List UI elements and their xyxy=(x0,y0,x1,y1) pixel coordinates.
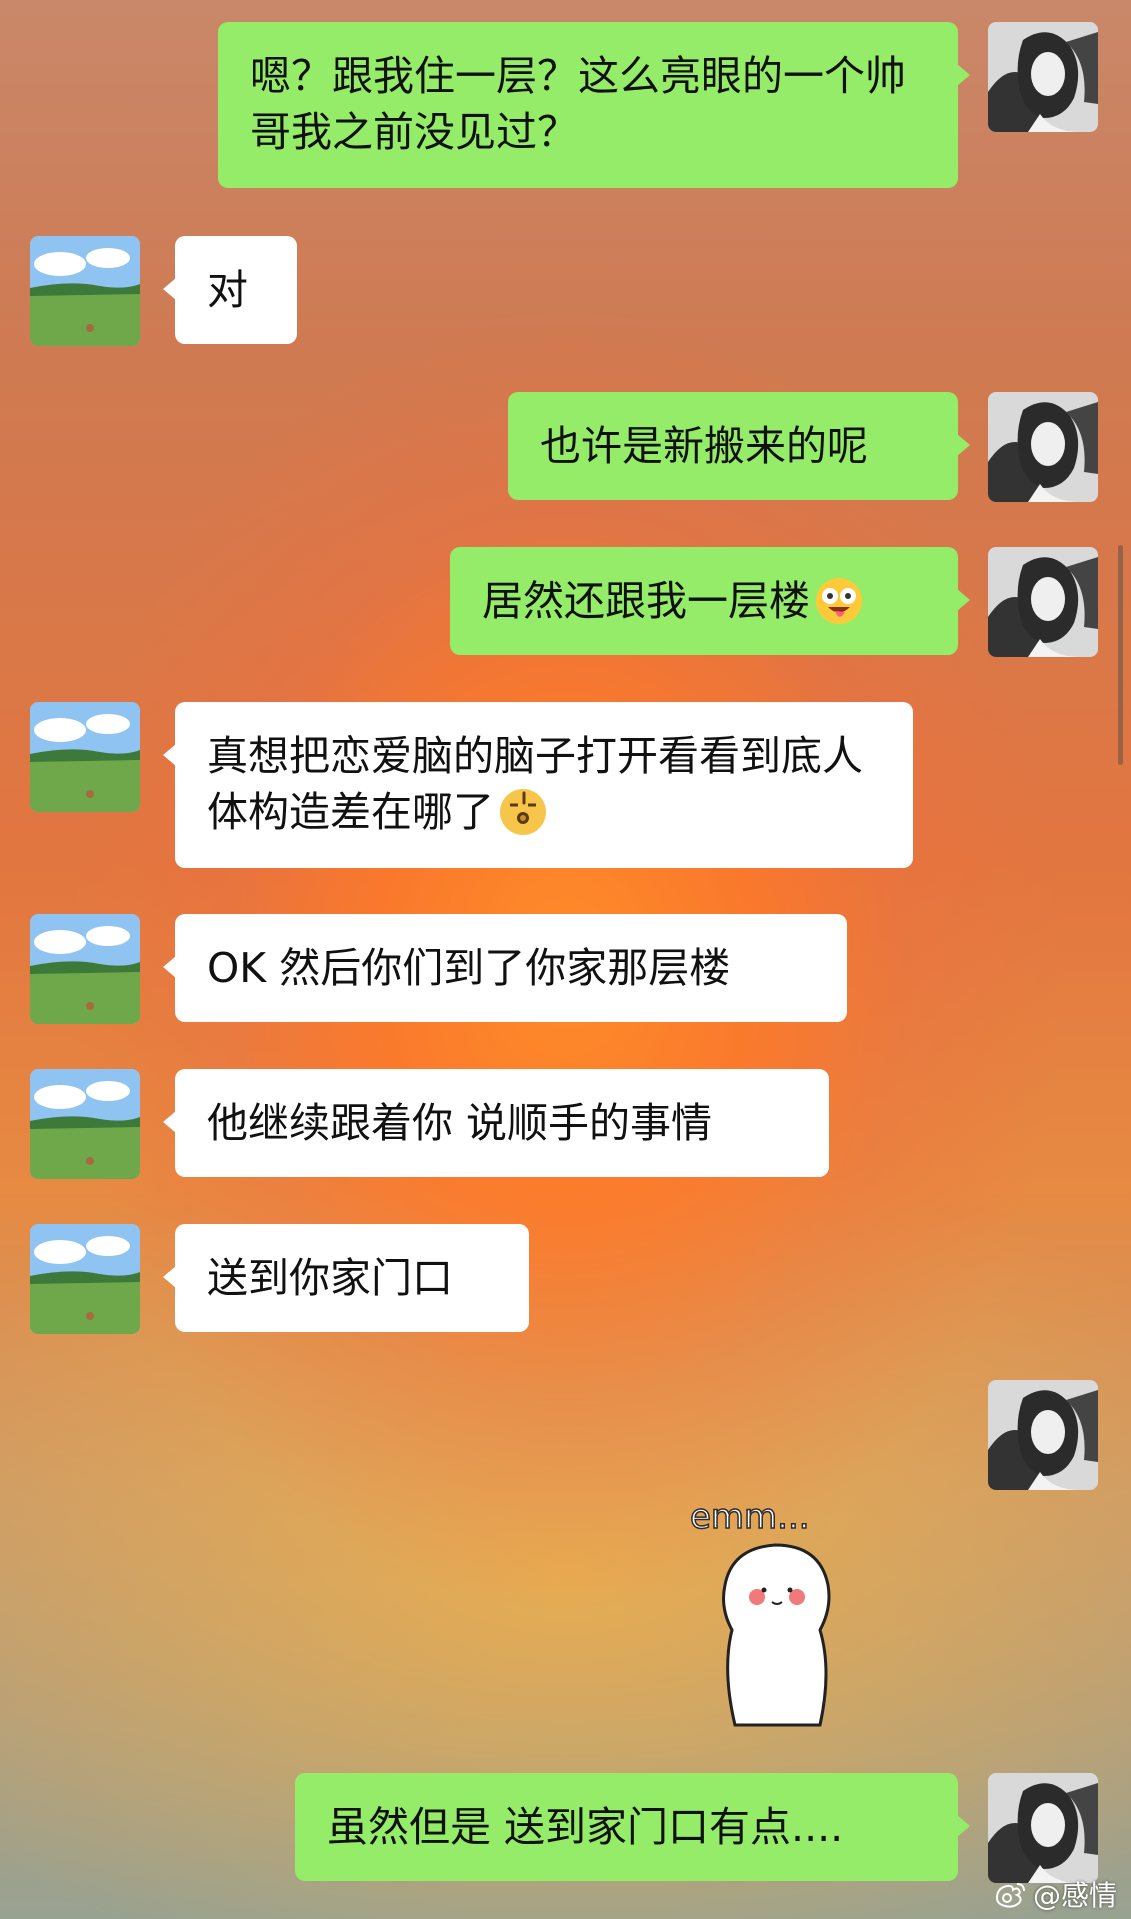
contact-avatar[interactable] xyxy=(30,1224,140,1334)
message-text: 对 xyxy=(207,266,248,314)
message-bubble-self[interactable]: 虽然但是 送到家门口有点.... xyxy=(295,1773,958,1881)
self-avatar[interactable] xyxy=(988,1773,1098,1883)
message-bubble-other[interactable]: 对 xyxy=(175,236,297,344)
contact-avatar[interactable] xyxy=(30,1069,140,1179)
bubble-tail xyxy=(957,589,970,611)
bubble-tail xyxy=(957,1815,970,1837)
pondering-emoji xyxy=(500,789,546,835)
message-text: OK 然后你们到了你家那层楼 xyxy=(207,944,731,992)
message-bubble-self[interactable]: 居然还跟我一层楼 xyxy=(450,547,958,655)
self-avatar[interactable] xyxy=(988,392,1098,502)
message-bubble-other[interactable]: OK 然后你们到了你家那层楼 xyxy=(175,914,847,1022)
message-text: 他继续跟着你 说顺手的事情 xyxy=(207,1099,713,1147)
self-avatar[interactable] xyxy=(988,547,1098,657)
message-text: 居然还跟我一层楼 xyxy=(482,577,810,625)
blushing-blob-sticker[interactable]: emm... xyxy=(680,1490,890,1730)
starstruck-tongue-emoji xyxy=(816,578,862,624)
message-bubble-other[interactable]: 他继续跟着你 说顺手的事情 xyxy=(175,1069,829,1177)
watermark-text: @感情 xyxy=(1032,1879,1117,1912)
weibo-logo-icon xyxy=(995,1883,1025,1908)
self-avatar[interactable] xyxy=(988,1380,1098,1490)
message-text: 送到你家门口 xyxy=(207,1254,453,1302)
message-text: 嗯？跟我住一层？这么亮眼的一个帅哥我之前没见过？ xyxy=(250,52,906,156)
message-bubble-other[interactable]: 送到你家门口 xyxy=(175,1224,529,1332)
self-avatar[interactable] xyxy=(988,22,1098,132)
message-bubble-self[interactable]: 也许是新搬来的呢 xyxy=(508,392,958,500)
message-bubble-self[interactable]: 嗯？跟我住一层？这么亮眼的一个帅哥我之前没见过？ xyxy=(218,22,958,188)
message-text: 虽然但是 送到家门口有点.... xyxy=(327,1803,844,1851)
message-text: 也许是新搬来的呢 xyxy=(540,422,868,470)
contact-avatar[interactable] xyxy=(30,236,140,346)
bubble-tail xyxy=(957,64,970,86)
contact-avatar[interactable] xyxy=(30,914,140,1024)
contact-avatar[interactable] xyxy=(30,702,140,812)
bubble-tail xyxy=(957,434,970,456)
sticker-caption: emm... xyxy=(690,1497,810,1537)
watermark: @感情 xyxy=(993,1876,1117,1912)
message-bubble-other[interactable]: 真想把恋爱脑的脑子打开看看到底人体构造差在哪了 xyxy=(175,702,913,868)
scrollbar[interactable] xyxy=(1118,545,1123,765)
